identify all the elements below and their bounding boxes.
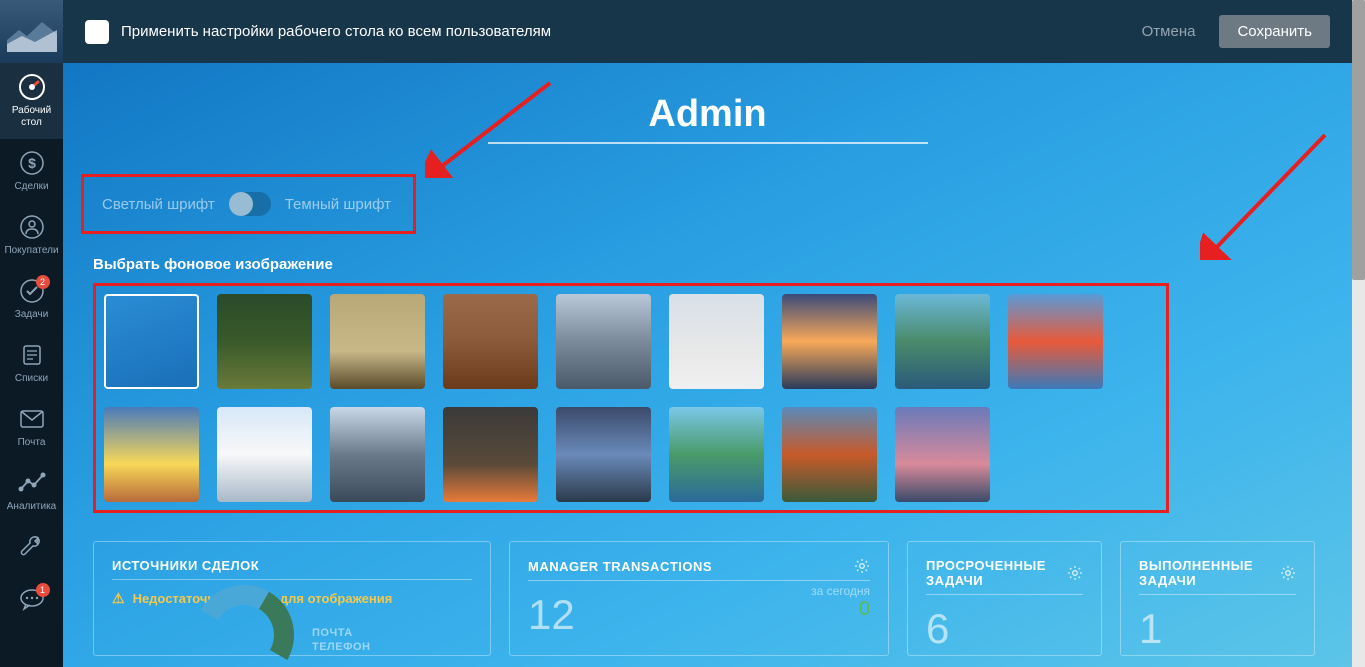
bg-thumb-gradient[interactable]	[104, 294, 199, 389]
sidebar-item-desktop[interactable]: Рабочий стол	[0, 63, 63, 139]
sidebar-item-tasks[interactable]: 2 Задачи	[0, 267, 63, 331]
background-thumbnails	[93, 283, 1169, 513]
bg-thumb-bridge[interactable]	[104, 407, 199, 502]
bg-thumb-autumn[interactable]	[782, 407, 877, 502]
gear-icon[interactable]	[1067, 565, 1083, 581]
bg-thumb-mountains[interactable]	[895, 407, 990, 502]
sidebar-label: Рабочий стол	[2, 105, 61, 129]
warning-row: ⚠ Недостаточно данных для отображения	[112, 590, 472, 607]
bg-thumb-wood[interactable]	[443, 294, 538, 389]
donut-chart	[183, 574, 305, 667]
font-toggle[interactable]	[229, 192, 271, 216]
bg-thumb-river[interactable]	[669, 407, 764, 502]
header: Применить настройки рабочего стола ко вс…	[63, 0, 1352, 63]
widget-value: 1	[1139, 605, 1296, 653]
sidebar-logo	[0, 0, 63, 63]
badge: 2	[36, 275, 50, 289]
legend-item: ТЕЛЕФОН	[312, 641, 472, 653]
scroll-thumb[interactable]	[1352, 0, 1365, 280]
chart-icon	[18, 469, 46, 497]
widget-title-text: MANAGER TRANSACTIONS	[528, 559, 712, 574]
annotation-arrow-2	[1200, 130, 1330, 260]
sidebar-item-lists[interactable]: Списки	[0, 331, 63, 395]
font-light-label: Светлый шрифт	[102, 196, 215, 213]
badge: 1	[36, 583, 50, 597]
bg-thumb-night-city[interactable]	[556, 407, 651, 502]
gauge-icon	[18, 73, 46, 101]
bg-thumb-clouds[interactable]	[217, 407, 312, 502]
sidebar-label: Покупатели	[4, 245, 58, 257]
widget-overdue-tasks: ПРОСРОЧЕННЫЕ ЗАДАЧИ 6	[907, 541, 1102, 656]
warning-icon: ⚠	[112, 590, 125, 607]
apply-all-checkbox[interactable]	[85, 20, 109, 44]
bg-thumb-rain[interactable]	[443, 407, 538, 502]
legend-item: ПОЧТА	[312, 627, 472, 639]
sidebar-item-buyers[interactable]: Покупатели	[0, 203, 63, 267]
bg-thumb-city[interactable]	[556, 294, 651, 389]
bg-thumb-islands[interactable]	[895, 294, 990, 389]
widget-title-text: ПРОСРОЧЕННЫЕ ЗАДАЧИ	[926, 558, 1067, 588]
vertical-scrollbar[interactable]	[1352, 0, 1365, 667]
bg-thumb-forest[interactable]	[217, 294, 312, 389]
svg-text:$: $	[28, 155, 36, 171]
page-title: Admin	[93, 93, 1322, 136]
sidebar-label: Задачи	[15, 309, 49, 321]
annotation-arrow-1	[425, 78, 555, 178]
sidebar-label: Почта	[18, 437, 46, 449]
sidebar: Рабочий стол $ Сделки Покупатели 2 Задач…	[0, 0, 63, 667]
toggle-knob	[229, 192, 253, 216]
widget-completed-tasks: ВЫПОЛНЕННЫЕ ЗАДАЧИ 1	[1120, 541, 1315, 656]
widget-title-text: ВЫПОЛНЕННЫЕ ЗАДАЧИ	[1139, 558, 1280, 588]
sub-value: 0	[811, 598, 870, 621]
apply-all-checkbox-wrap[interactable]: Применить настройки рабочего стола ко вс…	[85, 20, 551, 44]
dollar-icon: $	[18, 149, 46, 177]
widget-title-text: ИСТОЧНИКИ СДЕЛОК	[112, 558, 259, 573]
gear-icon[interactable]	[854, 558, 870, 574]
sidebar-item-analytics[interactable]: Аналитика	[0, 459, 63, 523]
widget-deal-sources: ИСТОЧНИКИ СДЕЛОК ⚠ Недостаточно данных д…	[93, 541, 491, 656]
sidebar-item-deals[interactable]: $ Сделки	[0, 139, 63, 203]
sub-label: за сегодня	[811, 584, 870, 598]
chat-icon: 1	[18, 585, 46, 613]
list-icon	[18, 341, 46, 369]
widget-manager-transactions: MANAGER TRANSACTIONS 12 за сегодня 0	[509, 541, 889, 656]
bg-thumb-balloons[interactable]	[1008, 294, 1103, 389]
main-content: Admin Светлый шрифт Темный шрифт Выбрать…	[63, 63, 1352, 667]
gear-icon[interactable]	[1280, 565, 1296, 581]
envelope-icon	[18, 405, 46, 433]
widget-value: 6	[926, 605, 1083, 653]
person-icon	[18, 213, 46, 241]
sidebar-label: Списки	[15, 373, 48, 385]
bg-thumb-tree[interactable]	[669, 294, 764, 389]
legend: ПОЧТА ТЕЛЕФОН	[312, 627, 472, 653]
font-dark-label: Темный шрифт	[285, 196, 391, 213]
save-button[interactable]: Сохранить	[1219, 15, 1330, 48]
sidebar-item-mail[interactable]: Почта	[0, 395, 63, 459]
sidebar-label: Аналитика	[7, 501, 57, 513]
sidebar-label: Сделки	[14, 181, 48, 193]
cancel-button[interactable]: Отмена	[1132, 16, 1206, 47]
font-toggle-section: Светлый шрифт Темный шрифт	[81, 174, 416, 234]
apply-all-label: Применить настройки рабочего стола ко вс…	[121, 23, 551, 40]
background-section-label: Выбрать фоновое изображение	[93, 256, 1322, 273]
widgets-row: ИСТОЧНИКИ СДЕЛОК ⚠ Недостаточно данных д…	[93, 541, 1322, 656]
checkmark-icon: 2	[18, 277, 46, 305]
bg-thumb-sunset[interactable]	[782, 294, 877, 389]
bg-thumb-ocean[interactable]	[330, 407, 425, 502]
sidebar-item-chat[interactable]: 1	[0, 575, 63, 627]
sidebar-item-settings[interactable]	[0, 523, 63, 575]
bg-thumb-wheat[interactable]	[330, 294, 425, 389]
wrench-icon	[18, 533, 46, 561]
